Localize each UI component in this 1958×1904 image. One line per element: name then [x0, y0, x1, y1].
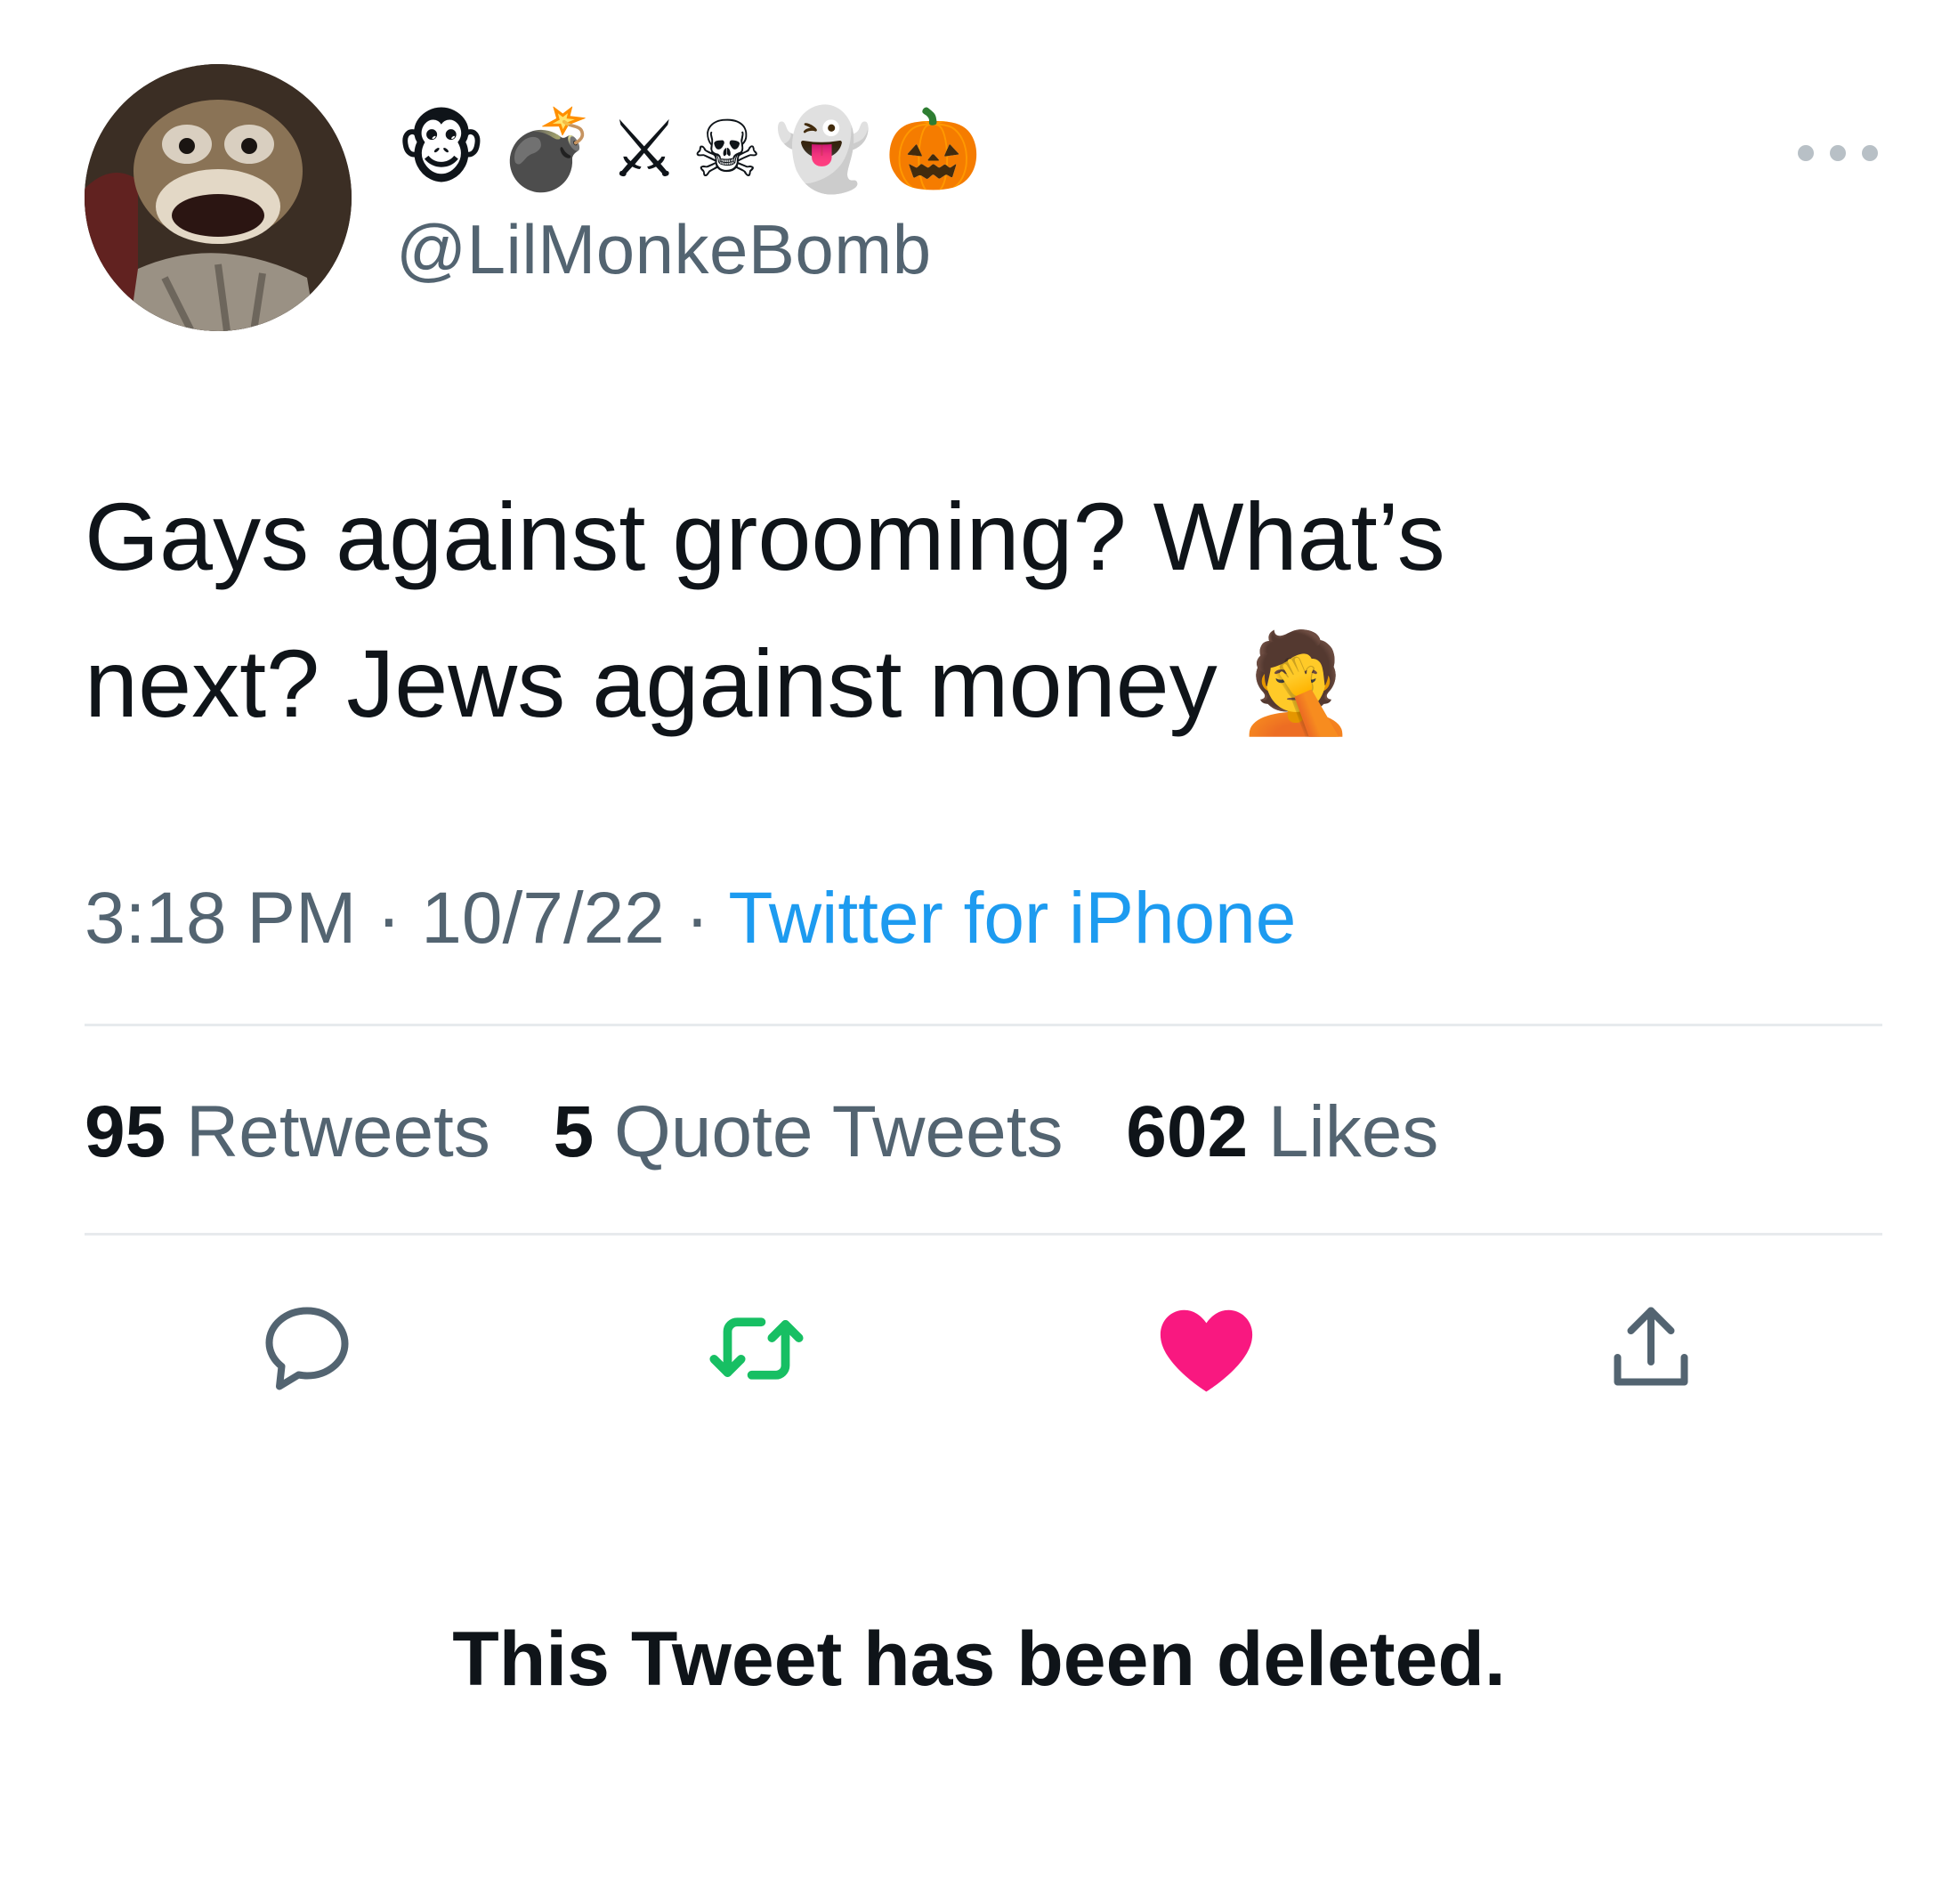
- retweet-icon: [709, 1317, 804, 1380]
- likes-stat[interactable]: 602 Likes: [1126, 1091, 1438, 1172]
- ghost-icon: 👻: [774, 103, 872, 195]
- share-icon: [1614, 1307, 1688, 1386]
- tweet-date: 10/7/22: [421, 878, 665, 959]
- bomb-icon: 💣: [498, 103, 597, 195]
- tweet-text-line-1: Gays against grooming? What’s: [85, 482, 1445, 590]
- tweet-meta: 3:18 PM · 10/7/22 · Twitter for iPhone: [85, 877, 1296, 960]
- quote-tweets-label: Quote Tweets: [614, 1091, 1064, 1172]
- facepalm-icon: 🤦: [1234, 626, 1357, 740]
- divider: [85, 1024, 1882, 1026]
- reply-icon: [265, 1307, 349, 1390]
- retweets-count: 95: [85, 1091, 166, 1172]
- avatar[interactable]: [85, 64, 352, 331]
- avatar-image: [85, 64, 352, 331]
- skull-crossbones-icon: ☠: [692, 103, 763, 195]
- tweet-text-line-2: next? Jews against money: [85, 629, 1218, 737]
- retweets-stat[interactable]: 95 Retweets: [85, 1091, 490, 1172]
- retweets-label: Retweets: [186, 1091, 490, 1172]
- share-button[interactable]: [1593, 1291, 1709, 1406]
- quote-tweets-count: 5: [553, 1091, 595, 1172]
- display-name[interactable]: 🐵 💣 ⚔ ☠ 👻 🎃: [396, 100, 982, 199]
- meta-separator: ·: [684, 878, 709, 959]
- retweet-button[interactable]: [699, 1291, 814, 1406]
- user-handle[interactable]: @LilMonkeBomb: [396, 209, 932, 290]
- meta-separator: ·: [376, 878, 401, 959]
- tweet-time: 3:18 PM: [85, 878, 357, 959]
- jack-o-lantern-icon: 🎃: [884, 103, 983, 195]
- crossed-swords-icon: ⚔: [609, 103, 680, 195]
- quote-tweets-stat[interactable]: 5 Quote Tweets: [554, 1091, 1064, 1172]
- heart-icon: [1160, 1309, 1252, 1391]
- tweet-source-link[interactable]: Twitter for iPhone: [728, 878, 1296, 959]
- like-button[interactable]: [1148, 1291, 1264, 1406]
- reply-button[interactable]: [249, 1291, 365, 1406]
- monkey-face-icon: 🐵: [396, 103, 487, 195]
- divider: [85, 1233, 1882, 1236]
- likes-count: 602: [1126, 1091, 1249, 1172]
- likes-label: Likes: [1267, 1091, 1439, 1172]
- tweet-text: Gays against grooming? What’s next? Jews…: [85, 463, 1882, 757]
- more-options-icon[interactable]: [1798, 142, 1878, 164]
- deleted-notice: This Tweet has been deleted.: [452, 1616, 1506, 1702]
- tweet-stats: 95 Retweets 5 Quote Tweets 602 Likes: [85, 1090, 1481, 1174]
